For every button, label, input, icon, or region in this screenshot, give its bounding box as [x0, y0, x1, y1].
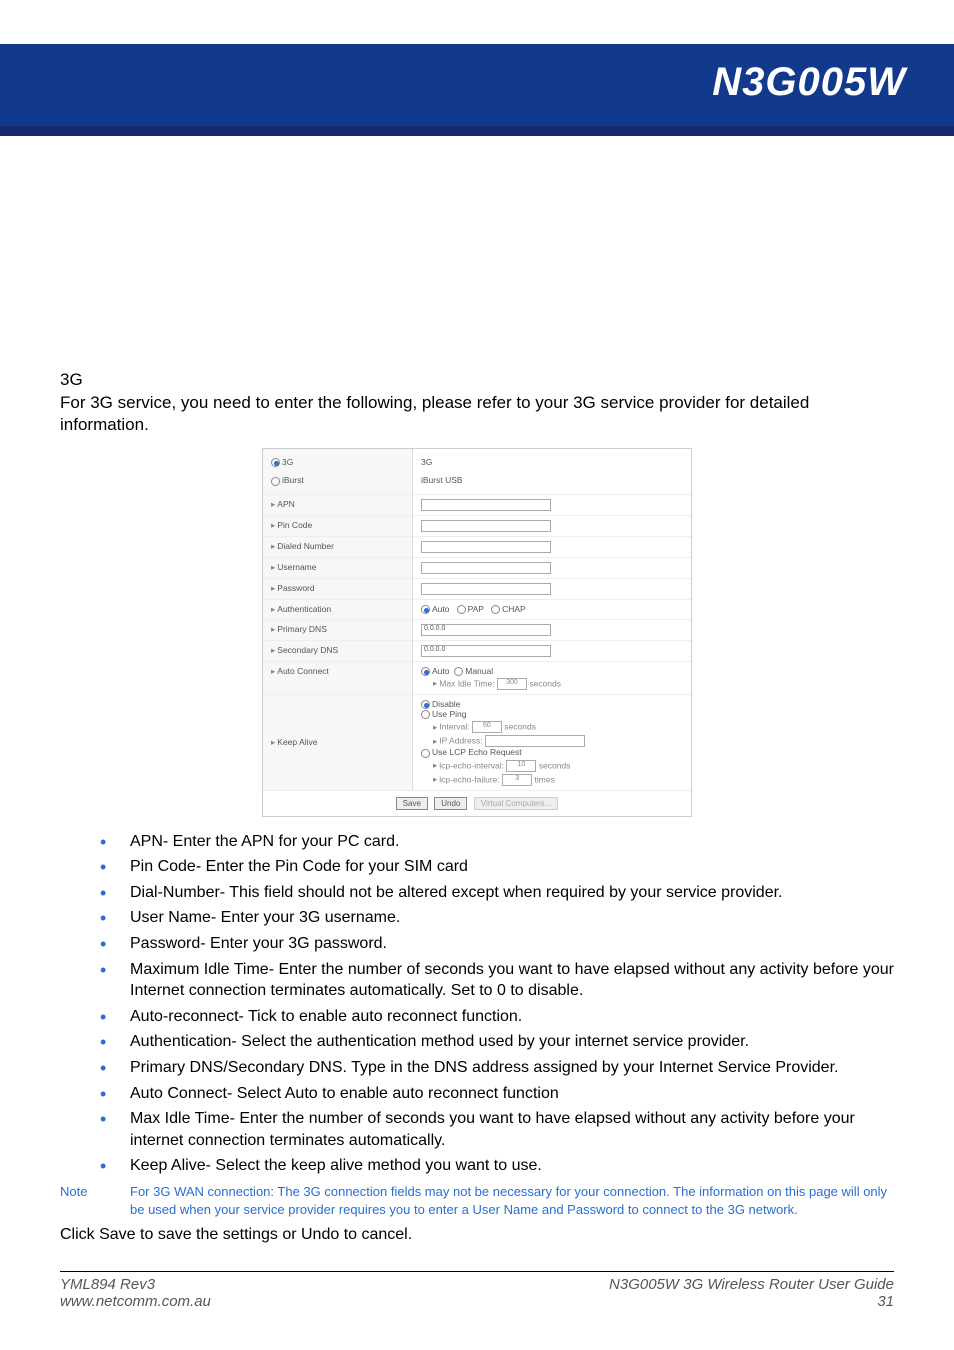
- max-idle-input: 300: [497, 678, 527, 690]
- auth-pap: PAP: [468, 604, 484, 614]
- radio-iburst-label: iBurst: [282, 475, 304, 485]
- ka-lcpint-seconds: seconds: [539, 760, 571, 770]
- note-row: Note For 3G WAN connection: The 3G conne…: [60, 1183, 894, 1218]
- closing-text: Click Save to save the settings or Undo …: [60, 1226, 894, 1244]
- sdns-input: 0.0.0.0: [421, 645, 551, 657]
- row-sdns: Secondary DNS: [277, 645, 338, 655]
- footer-page: 31: [609, 1293, 894, 1310]
- autoconn-auto-radio: [421, 667, 430, 676]
- ka-lcpfail-label: lcp-echo-failure:: [439, 774, 499, 784]
- footer-guide: N3G005W 3G Wireless Router User Guide: [609, 1276, 894, 1293]
- list-item: Auto Connect- Select Auto to enable auto…: [60, 1083, 894, 1105]
- radio-iburst-icon: [271, 477, 280, 486]
- autoconn-manual-radio: [454, 667, 463, 676]
- list-item: APN- Enter the APN for your PC card.: [60, 831, 894, 853]
- auth-auto: Auto: [432, 604, 450, 614]
- row-dialed: Dialed Number: [277, 541, 334, 551]
- row-apn: APN: [277, 499, 294, 509]
- ka-lcpfail-times: times: [535, 774, 555, 784]
- ka-lcp: Use LCP Echo Request: [432, 747, 522, 757]
- autoconn-manual: Manual: [465, 666, 493, 676]
- note-label: Note: [60, 1183, 130, 1218]
- apn-input: [421, 499, 551, 511]
- section-heading: 3G: [60, 370, 894, 390]
- row-pdns: Primary DNS: [277, 624, 327, 634]
- pass-input: [421, 583, 551, 595]
- virtual-computers-button: Virtual Computers...: [474, 797, 559, 810]
- footer-url: www.netcomm.com.au: [60, 1293, 211, 1310]
- auth-auto-radio: [421, 605, 430, 614]
- max-idle-label: Max Idle Time:: [439, 678, 494, 688]
- max-idle-seconds: seconds: [529, 678, 561, 688]
- note-text: For 3G WAN connection: The 3G connection…: [130, 1183, 894, 1218]
- list-item: Keep Alive- Select the keep alive method…: [60, 1155, 894, 1177]
- ka-ip-label: IP Address:: [439, 736, 482, 746]
- wan-3g-value: 3G: [421, 457, 683, 467]
- pin-input: [421, 520, 551, 532]
- row-user: Username: [277, 562, 316, 572]
- dialed-input: [421, 541, 551, 553]
- list-item: Max Idle Time- Enter the number of secon…: [60, 1108, 894, 1151]
- ka-disable: Disable: [432, 699, 460, 709]
- row-pin: Pin Code: [277, 520, 312, 530]
- ka-ping-radio: [421, 710, 430, 719]
- radio-3g-label: 3G: [282, 457, 293, 467]
- list-item: Maximum Idle Time- Enter the number of s…: [60, 959, 894, 1002]
- section-intro: For 3G service, you need to enter the fo…: [60, 392, 894, 436]
- undo-button: Undo: [434, 797, 467, 810]
- row-autoconn: Auto Connect: [277, 666, 329, 676]
- auth-chap: CHAP: [502, 604, 526, 614]
- page-title: N3G005W: [712, 60, 906, 105]
- auth-chap-radio: [491, 605, 500, 614]
- ka-lcpint-label: lcp-echo-interval:: [439, 760, 504, 770]
- pdns-input: 0.0.0.0: [421, 624, 551, 636]
- save-button: Save: [396, 797, 428, 810]
- auth-pap-radio: [457, 605, 466, 614]
- row-pass: Password: [277, 583, 314, 593]
- ka-lcpint-input: 10: [506, 760, 536, 772]
- bullet-list: APN- Enter the APN for your PC card. Pin…: [60, 831, 894, 1177]
- ka-ping: Use Ping: [432, 709, 467, 719]
- config-screenshot: 3G iBurst 3G iBurst USB ▸APN ▸Pin Code ▸…: [262, 448, 692, 817]
- list-item: User Name- Enter your 3G username.: [60, 907, 894, 929]
- list-item: Password- Enter your 3G password.: [60, 933, 894, 955]
- ka-interval-input: 60: [472, 721, 502, 733]
- radio-3g-icon: [271, 458, 280, 467]
- ka-lcpfail-input: 3: [502, 774, 532, 786]
- list-item: Auto-reconnect- Tick to enable auto reco…: [60, 1006, 894, 1028]
- autoconn-auto: Auto: [432, 666, 450, 676]
- user-input: [421, 562, 551, 574]
- header-strip: [0, 126, 954, 136]
- row-keepalive: Keep Alive: [277, 737, 317, 747]
- page-footer: YML894 Rev3 www.netcomm.com.au N3G005W 3…: [60, 1271, 894, 1310]
- list-item: Primary DNS/Secondary DNS. Type in the D…: [60, 1057, 894, 1079]
- list-item: Dial-Number- This field should not be al…: [60, 882, 894, 904]
- ka-interval-label: Interval:: [439, 722, 469, 732]
- list-item: Pin Code- Enter the Pin Code for your SI…: [60, 856, 894, 878]
- wan-iburst-value: iBurst USB: [421, 475, 683, 485]
- list-item: Authentication- Select the authenticatio…: [60, 1031, 894, 1053]
- ka-interval-seconds: seconds: [504, 722, 536, 732]
- ka-ip-input: [485, 735, 585, 747]
- footer-rev: YML894 Rev3: [60, 1276, 211, 1293]
- ka-lcp-radio: [421, 749, 430, 758]
- row-auth: Authentication: [277, 604, 331, 614]
- ka-disable-radio: [421, 700, 430, 709]
